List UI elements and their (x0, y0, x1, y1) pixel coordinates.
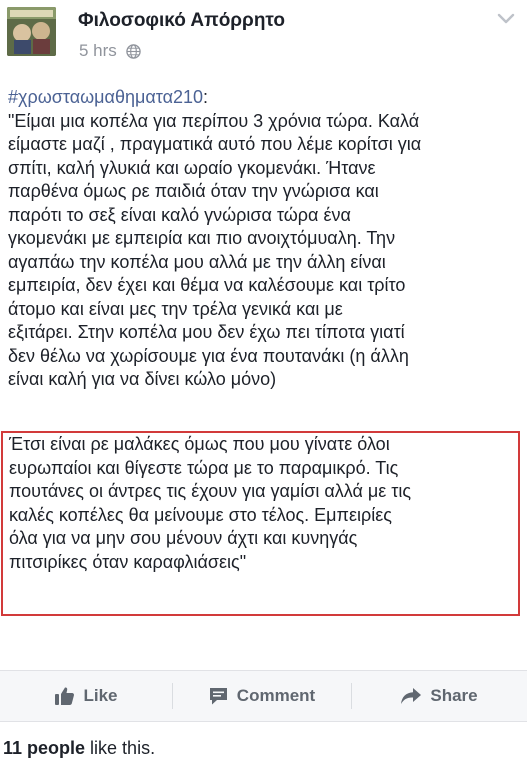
comment-label: Comment (236, 686, 316, 705)
post-header: Φιλοσοφικό Απόρρητο 5 hrs (0, 0, 527, 80)
likes-count[interactable]: 11 people (3, 738, 85, 758)
hashtag-link[interactable]: #χρωσταωμαθηματα210 (8, 87, 203, 107)
page-name-link[interactable]: Φιλοσοφικό Απόρρητο (78, 10, 285, 32)
post-meta: 5 hrs (79, 41, 141, 61)
post-line: σπίτι, καλή γλυκιά και ωραίο γκομενάκι. … (8, 157, 376, 178)
highlighted-line: πιτσιρίκες όταν καραφλιάσεις" (9, 551, 247, 572)
post-line: αγαπάω την κοπέλα μου αλλά με την άλλη ε… (8, 251, 386, 272)
highlighted-text: Έτσι είναι ρε μαλάκες όμως που μου γίνατ… (9, 433, 411, 574)
share-button[interactable]: Share (351, 671, 527, 721)
actions-bar: Like Comment Share (0, 670, 527, 722)
post-line: παρότι το σεξ είναι καλό γνώρισα τώρα έν… (8, 204, 351, 225)
hashtag-line: #χρωσταωμαθηματα210: (8, 86, 523, 110)
post-line: είμαστε μαζί , πραγματικά αυτό που λέμε … (8, 134, 422, 154)
page-avatar[interactable] (7, 7, 56, 56)
highlighted-line: πουτάνες οι άντρες τις έχουν για γαμίσι … (9, 481, 412, 501)
likes-summary[interactable]: 11 people like this. (3, 738, 155, 759)
highlighted-line: Έτσι είναι ρε μαλάκες όμως που μου γίνατ… (9, 434, 390, 454)
avatar-image (7, 7, 56, 56)
post-line: είναι καλή για να δίνει κώλο μόνο) (8, 369, 277, 389)
likes-suffix: like this. (85, 738, 156, 758)
post-line: δεν θέλω να χωρίσουμε για ένα πουτανάκι … (8, 345, 409, 366)
chevron-down-icon[interactable] (497, 12, 515, 26)
post-line: εξιτάρει. Στην κοπέλα μου δεν έχω πει τί… (8, 322, 405, 342)
post-line: "Είμαι μια κοπέλα για περίπου 3 χρόνια τ… (8, 110, 420, 131)
globe-icon (126, 43, 141, 59)
post-body: #χρωσταωμαθηματα210: "Είμαι μια κοπέλα γ… (8, 86, 523, 392)
post-line: παρθένα όμως ρε παιδιά όταν την γνώρισα … (8, 181, 379, 201)
post-line: εμπειρία, δεν έχει και θέμα να καλέσουμε… (8, 275, 406, 295)
like-button[interactable]: Like (0, 671, 172, 721)
post-line: γκομενάκι με εμπειρία και πιο ανοιχτόμυα… (8, 228, 396, 248)
share-label: Share (430, 686, 478, 705)
like-label: Like (83, 686, 118, 705)
comment-bubble-icon (209, 688, 227, 705)
highlighted-line: όλα για να μην σου μένουν άχτι και κυνηγ… (9, 528, 358, 548)
highlighted-line: καλές κοπέλες θα μείνουμε στο τέλος. Εμπ… (9, 504, 392, 525)
hashtag-suffix: : (203, 87, 209, 107)
thumbs-up-icon (55, 687, 75, 705)
post-line: άτομο και είναι μες την τρέλα γενικά και… (8, 298, 343, 319)
post-timestamp[interactable]: 5 hrs (79, 41, 117, 61)
highlighted-line: ευρωπαίοι και θίγεστε τώρα με το παραμικ… (9, 457, 399, 478)
post-text: #χρωσταωμαθηματα210: "Είμαι μια κοπέλα γ… (8, 86, 523, 392)
comment-button[interactable]: Comment (172, 671, 351, 721)
share-arrow-icon (401, 688, 422, 704)
